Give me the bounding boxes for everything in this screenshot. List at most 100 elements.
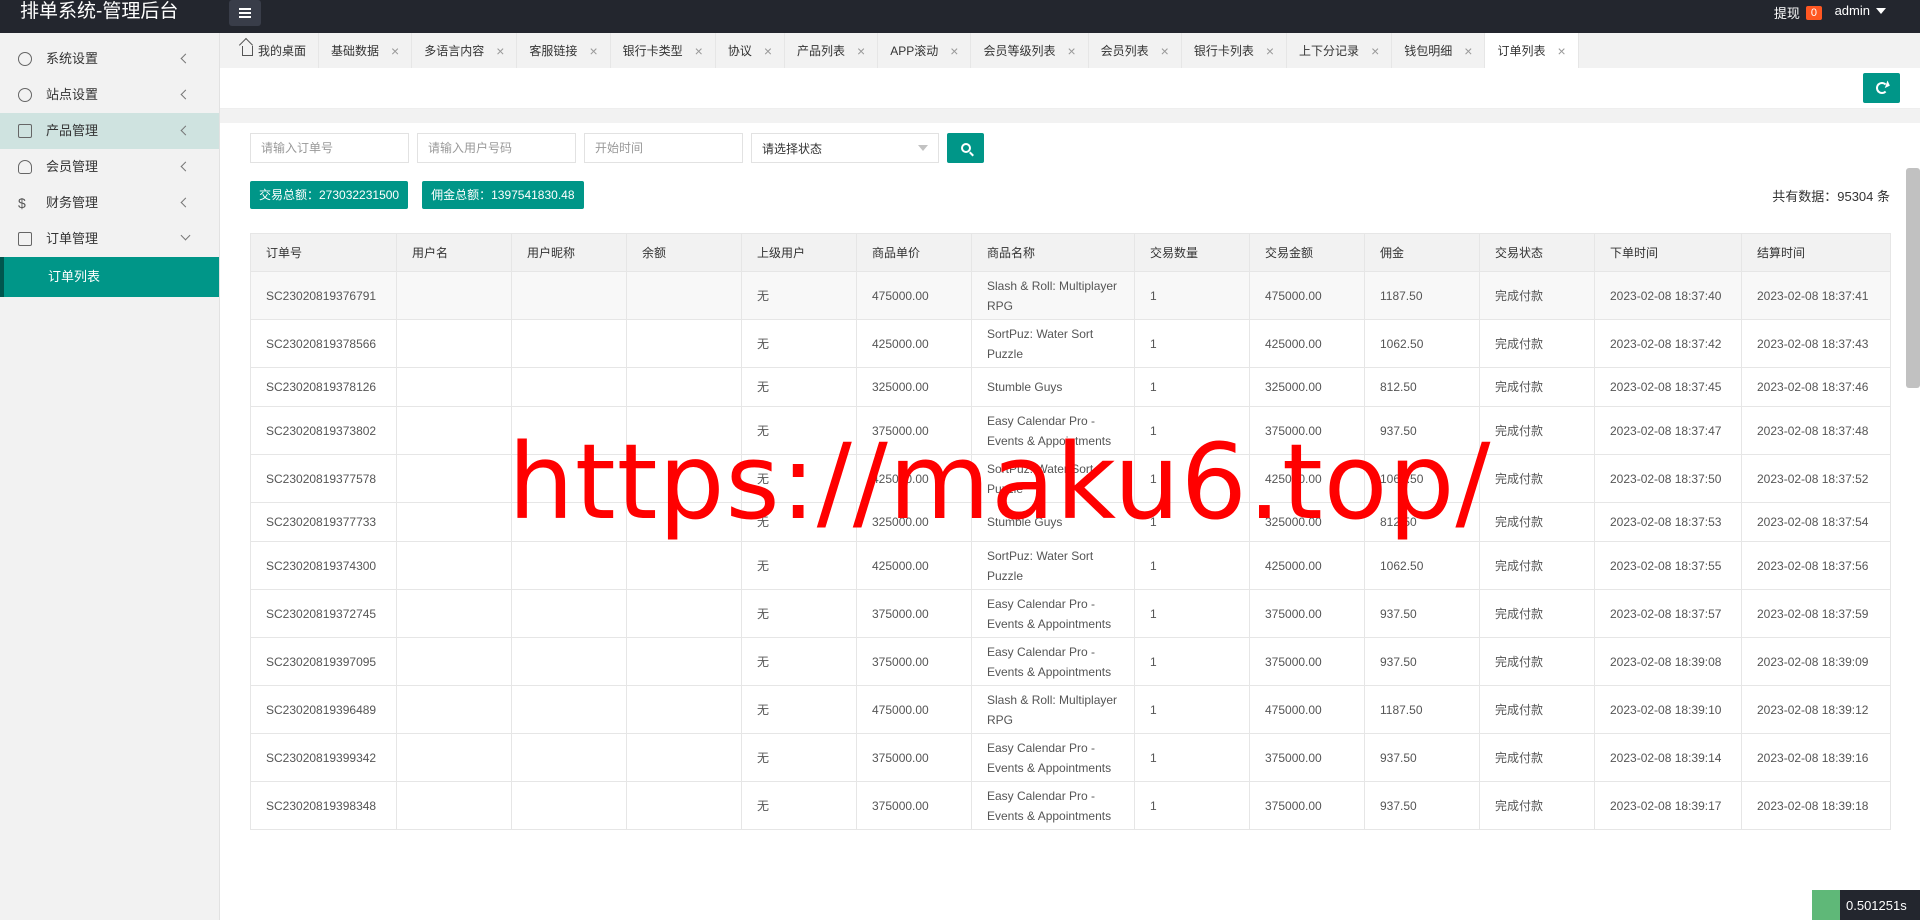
close-icon[interactable]: × [391,44,399,58]
tab-balance-records[interactable]: 上下分记录 × [1287,33,1393,68]
close-icon[interactable]: × [496,44,504,58]
table-cell [626,319,742,368]
table-row[interactable]: SC23020819398348 无 375000.00 Easy Calendar … [250,781,1891,830]
refresh-button[interactable] [1863,73,1900,103]
tab-order-list[interactable]: 订单列表 × [1485,33,1579,68]
withdraw-notice[interactable]: 提现 0 [1774,3,1822,22]
table-cell: SortPuz: Water Sort Puzzle [971,319,1135,368]
tab-label: 多语言内容 [424,44,485,58]
tab-desktop[interactable]: 我的桌面 [230,33,320,68]
column-header: 结算时间 [1741,233,1891,272]
table-cell: 1 [1134,733,1250,782]
table-cell: 无 [741,733,857,782]
tab-member-list[interactable]: 会员列表 × [1089,33,1182,68]
close-icon[interactable]: × [695,44,703,58]
table-cell [396,733,512,782]
tab-agreement[interactable]: 协议 × [716,33,786,68]
table-cell: 1 [1134,541,1250,590]
sidebar-item-product-management[interactable]: 产品管理 [0,113,219,149]
table-row[interactable]: SC23020819397095 无 375000.00 Easy Calendar … [250,637,1891,686]
close-icon[interactable]: × [950,44,958,58]
table-cell: SC23020819378566 [250,319,397,368]
user-number-input[interactable] [417,133,576,163]
tab-product-list[interactable]: 产品列表 × [785,33,879,68]
table-cell: 2023-02-08 18:39:10 [1594,685,1742,734]
table-row[interactable]: SC23020819378566 无 425000.00 SortPuz: Water… [250,319,1891,368]
table-cell: 2023-02-08 18:39:17 [1594,781,1742,830]
tab-label: 会员等级列表 [983,44,1056,58]
table-cell: 475000.00 [1249,685,1365,734]
tab-label: 会员列表 [1100,44,1149,58]
table-cell: 375000.00 [1249,589,1365,638]
tab-bank-card-types[interactable]: 银行卡类型 × [611,33,716,68]
table-row[interactable]: SC23020819399342 无 375000.00 Easy Calendar … [250,733,1891,782]
tab-label: 订单列表 [1497,44,1546,58]
table-cell [396,271,512,320]
table-cell: 2023-02-08 18:37:41 [1741,271,1891,320]
close-icon[interactable]: × [1161,44,1169,58]
tab-bank-card-list[interactable]: 银行卡列表 × [1182,33,1288,68]
tab-support-links[interactable]: 客服链接 × [517,33,611,68]
table-cell: 325000.00 [1249,367,1365,407]
table-cell: SC23020819398348 [250,781,397,830]
scrollbar[interactable] [1906,168,1920,388]
tab-wallet-details[interactable]: 钱包明细 × [1392,33,1486,68]
table-cell [626,589,742,638]
timer-logo-icon [1812,890,1840,920]
tab-label: 协议 [727,44,752,58]
table-cell: 2023-02-08 18:39:18 [1741,781,1891,830]
tab-label: 我的桌面 [258,44,307,58]
user-name: admin [1834,3,1870,18]
table-cell: 1 [1134,319,1250,368]
tab-app-scroll[interactable]: APP滚动 × [878,33,972,68]
table-cell: 完成付款 [1479,637,1595,686]
table-cell: 937.50 [1364,589,1480,638]
close-icon[interactable]: × [1371,44,1379,58]
table-row[interactable]: SC23020819376791 无 475000.00 Slash & Roll: … [250,271,1891,320]
column-header: 佣金 [1364,233,1480,272]
dollar-icon: $ [18,195,26,211]
box-icon [18,232,32,246]
sidebar-item-order-management[interactable]: 订单管理 [0,221,219,257]
table-cell: 2023-02-08 18:37:40 [1594,271,1742,320]
table-cell [396,319,512,368]
table-row[interactable]: SC23020819396489 无 475000.00 Slash & Roll: … [250,685,1891,734]
close-icon[interactable]: × [764,44,772,58]
table-cell: 425000.00 [856,541,972,590]
table-cell: 2023-02-08 18:39:08 [1594,637,1742,686]
table-row[interactable]: SC23020819372745 无 375000.00 Easy Calendar … [250,589,1891,638]
sidebar-subitem-order-list[interactable]: 订单列表 [0,257,219,297]
table-cell: Easy Calendar Pro - Events & Appointment… [971,589,1135,638]
close-icon[interactable]: × [1067,44,1075,58]
status-select[interactable]: 请选择状态 [751,133,939,163]
sidebar-item-finance-management[interactable]: $ 财务管理 [0,185,219,221]
tab-multilang[interactable]: 多语言内容 × [412,33,518,68]
table-cell: 2023-02-08 18:37:46 [1741,367,1891,407]
sidebar-item-member-management[interactable]: 会员管理 [0,149,219,185]
table-cell [626,541,742,590]
search-button[interactable] [947,133,984,163]
table-row[interactable]: SC23020819378126 无 325000.00 Stumble Guys 1 3… [250,367,1891,407]
user-menu[interactable]: admin [1835,3,1886,18]
table-cell: 完成付款 [1479,454,1595,503]
start-time-input[interactable] [584,133,743,163]
top-bar: 排单系统-管理后台 提现 0 admin [0,0,1920,33]
table-cell: 1 [1134,781,1250,830]
status-select-value: 请选择状态 [762,141,823,156]
close-icon[interactable]: × [1266,44,1274,58]
filter-bar: 请选择状态 [250,133,984,163]
sidebar-item-label: 订单管理 [46,231,99,246]
close-icon[interactable]: × [1464,44,1472,58]
tab-member-levels[interactable]: 会员等级列表 × [971,33,1089,68]
order-number-input[interactable] [250,133,409,163]
menu-toggle-button[interactable] [229,0,261,26]
sidebar-item-system-settings[interactable]: 系统设置 [0,41,219,77]
tab-basic-data[interactable]: 基础数据 × [319,33,413,68]
close-icon[interactable]: × [589,44,597,58]
table-row[interactable]: SC23020819374300 无 425000.00 SortPuz: Water… [250,541,1891,590]
close-icon[interactable]: × [857,44,865,58]
table-cell: 1 [1134,271,1250,320]
close-icon[interactable]: × [1557,44,1565,58]
sidebar-item-site-settings[interactable]: 站点设置 [0,77,219,113]
table-cell: SC23020819377578 [250,454,397,503]
